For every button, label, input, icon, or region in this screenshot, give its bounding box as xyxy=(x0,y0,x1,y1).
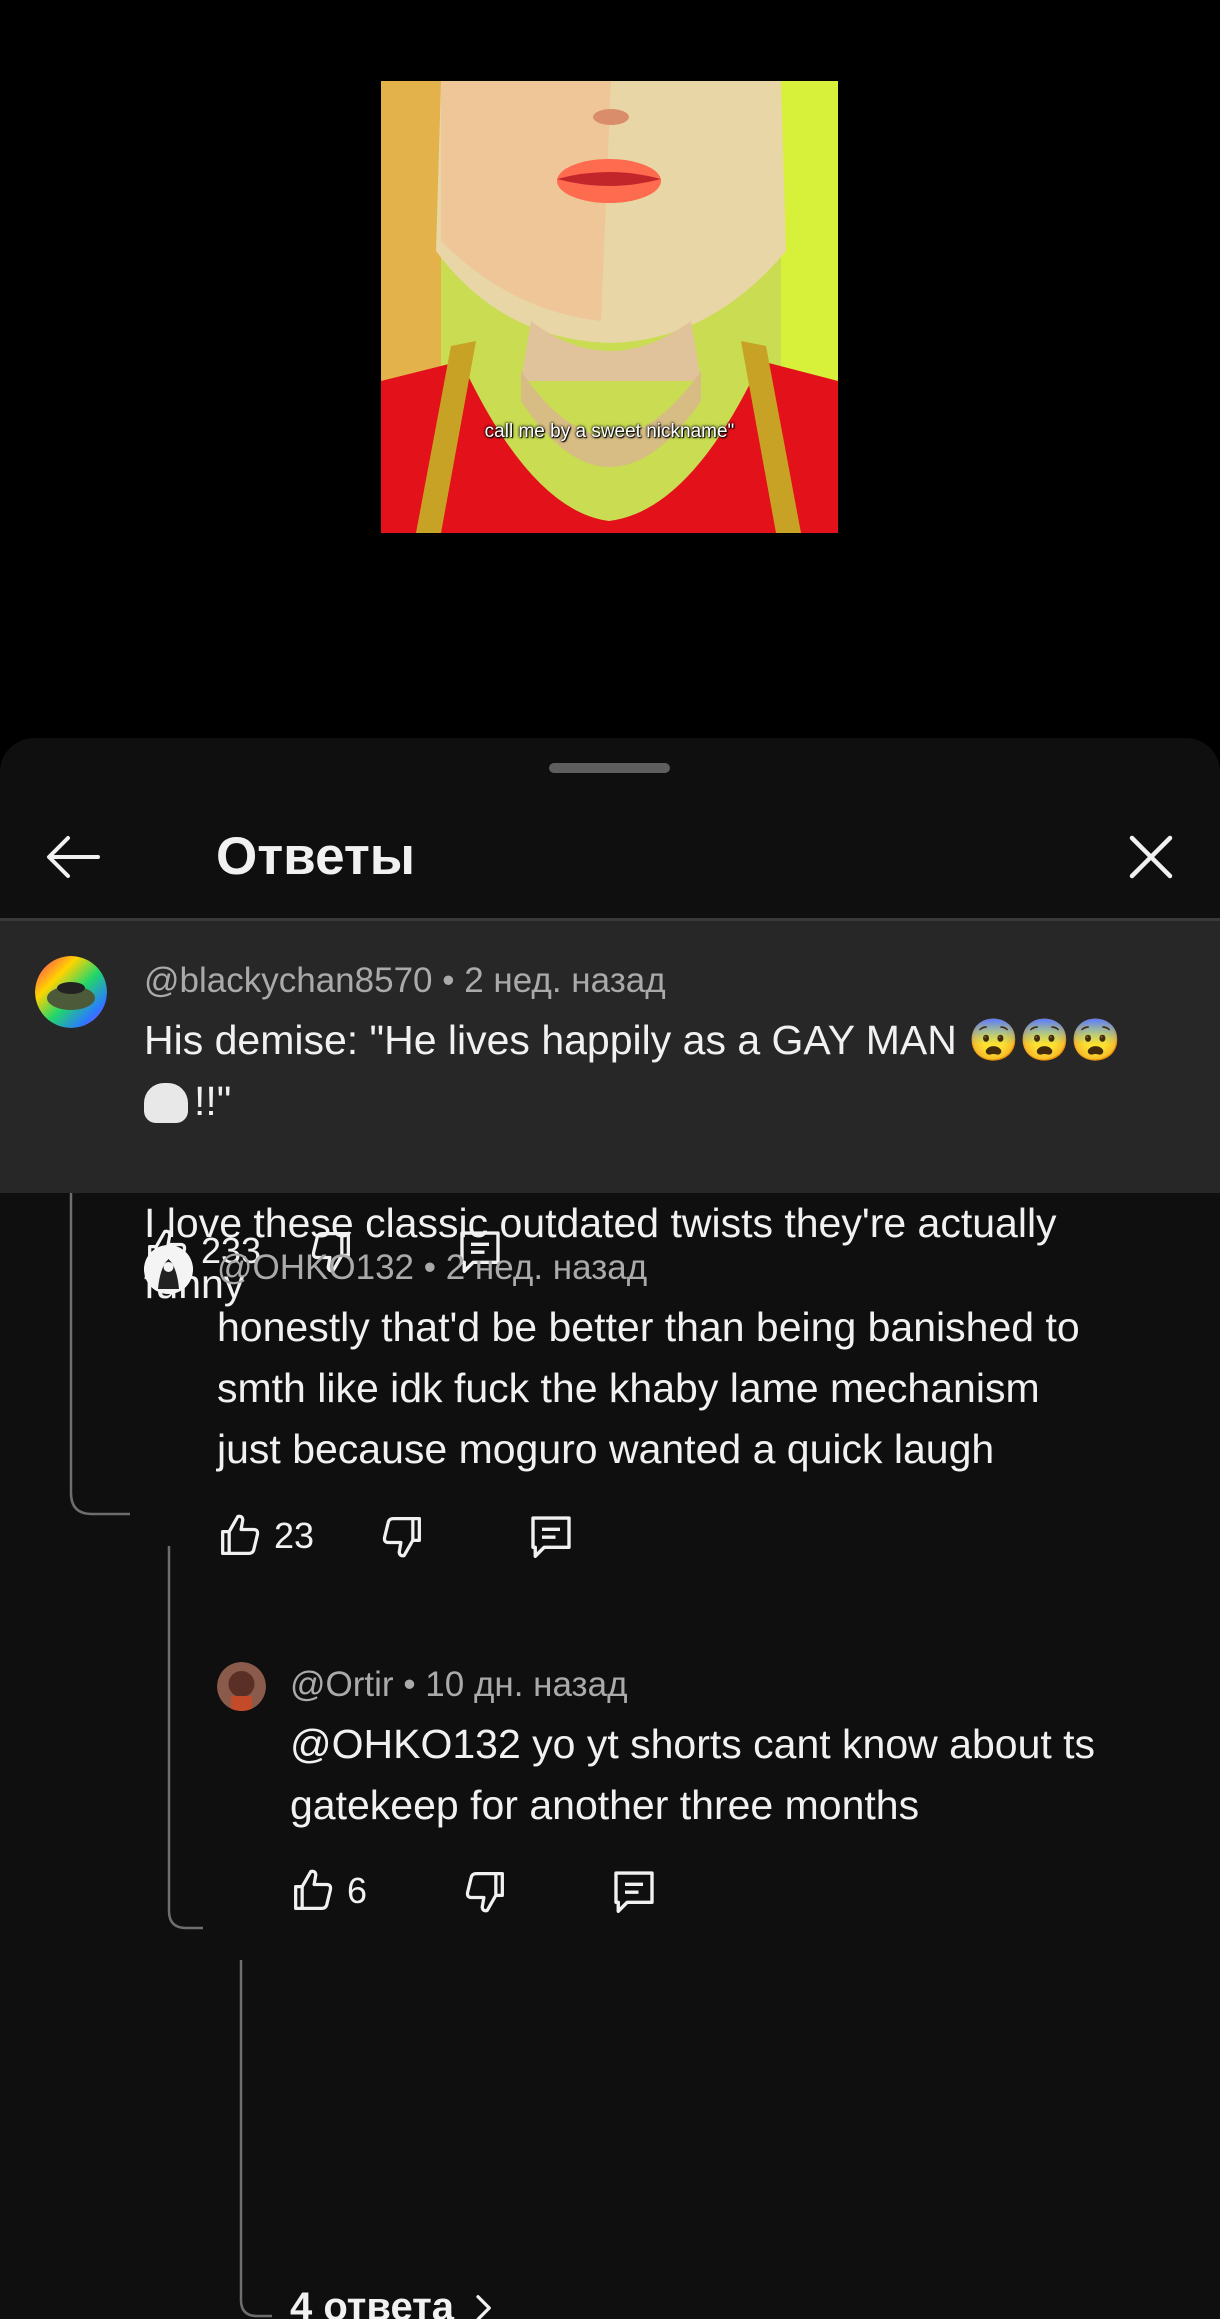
reply-comment: @Ortir • 10 дн. назад @OHKO132 yo yt sho… xyxy=(0,1613,1220,1993)
more-replies-label: 4 ответа xyxy=(290,2285,455,2319)
reply-button[interactable] xyxy=(524,1509,578,1563)
video-thumbnail-image xyxy=(381,81,838,533)
dislike-button[interactable] xyxy=(459,1865,511,1917)
thumbs-up-icon xyxy=(294,1869,333,1910)
thumbs-down-icon xyxy=(382,1517,422,1558)
comment-text: @OHKO132 yo yt shorts cant know about ts… xyxy=(290,1721,1096,1828)
avatar-image xyxy=(35,956,107,1028)
chevron-right-icon xyxy=(476,2294,491,2319)
comment-text-suffix: !!" xyxy=(194,1078,232,1124)
parent-comment: @blackychan8570 • 2 нед. назад His demis… xyxy=(0,921,1220,1307)
avatar-image xyxy=(144,1245,193,1294)
comment-time: 10 дн. назад xyxy=(425,1665,628,1704)
avatar-image xyxy=(217,1662,266,1711)
comment-actions: 23 xyxy=(214,1506,578,1566)
meta-separator: • xyxy=(403,1665,426,1704)
comment-text: honestly that'd be better than being ban… xyxy=(217,1304,1080,1472)
reply-comment: @OHKO132 • 2 нед. назад honestly that'd … xyxy=(0,1193,1220,1613)
like-count: 23 xyxy=(274,1515,315,1556)
comment-author[interactable]: @blackychan8570 xyxy=(144,961,433,1000)
comment-icon xyxy=(614,1871,654,1913)
video-frame[interactable]: call me by a sweet nickname" xyxy=(381,81,838,533)
meta-separator: • xyxy=(423,1248,446,1287)
comment-meta: @blackychan8570 • 2 нед. назад xyxy=(144,961,666,1001)
more-replies-link[interactable]: 4 ответа xyxy=(290,2285,498,2319)
fearful-face-emoji: 😨😨😨 xyxy=(968,1017,1122,1063)
comment-meta: @OHKO132 • 2 нед. назад xyxy=(217,1248,647,1288)
video-player[interactable]: call me by a sweet nickname" xyxy=(0,0,1220,740)
dislike-button[interactable] xyxy=(376,1510,428,1562)
comment-meta: @Ortir • 10 дн. назад xyxy=(290,1665,628,1705)
comment-icon xyxy=(531,1516,571,1558)
comment-author[interactable]: @Ortir xyxy=(290,1665,394,1704)
thumbs-down-icon xyxy=(465,1872,504,1913)
video-caption: call me by a sweet nickname" xyxy=(484,421,735,442)
like-button[interactable]: 23 xyxy=(214,1510,314,1562)
thumbs-up-icon xyxy=(221,1514,260,1555)
comment-time: 2 нед. назад xyxy=(445,1248,648,1287)
comment-text-line1: His demise: "He lives happily as a GAY M… xyxy=(144,1017,957,1063)
avatar[interactable] xyxy=(35,956,107,1028)
replies-sheet: Ответы @blackychan8570 • 2 нед. назад Hi… xyxy=(0,738,1220,2319)
skull-emoji xyxy=(144,1083,188,1123)
like-button[interactable]: 6 xyxy=(287,1865,367,1917)
reply-button[interactable] xyxy=(607,1864,661,1918)
meta-separator: • xyxy=(442,961,465,1000)
comment-author[interactable]: @OHKO132 xyxy=(217,1248,414,1287)
comment-actions: 6 xyxy=(287,1861,661,1921)
comment-time: 2 нед. назад xyxy=(464,961,666,1000)
avatar[interactable] xyxy=(144,1245,193,1294)
avatar[interactable] xyxy=(217,1662,266,1711)
like-count: 6 xyxy=(347,1870,368,1911)
